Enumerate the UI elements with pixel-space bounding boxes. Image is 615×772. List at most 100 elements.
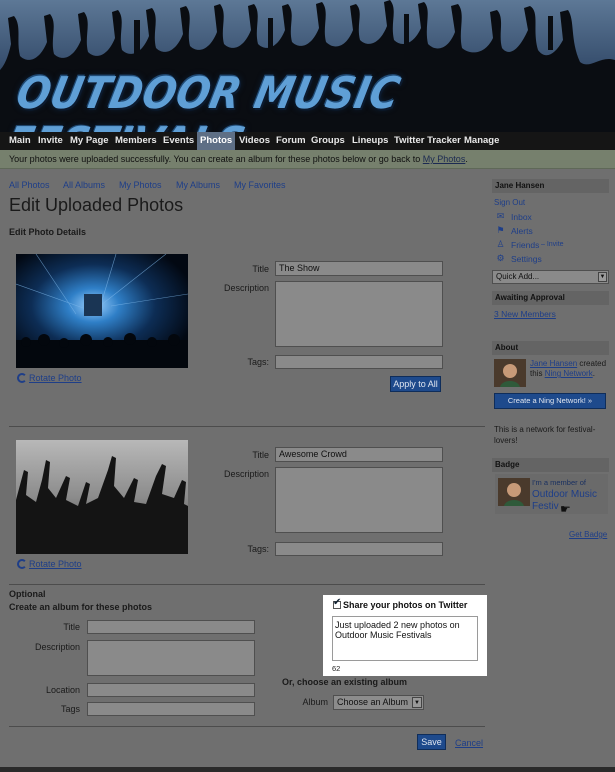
- friends-link[interactable]: Friends: [511, 240, 539, 250]
- photo2-title-input[interactable]: Awesome Crowd: [275, 447, 443, 462]
- nav-item-videos[interactable]: Videos: [236, 132, 273, 150]
- nav-item-groups[interactable]: Groups: [308, 132, 348, 150]
- photo2-tags-label: Tags:: [247, 544, 269, 554]
- tab-my-albums[interactable]: My Albums: [176, 180, 220, 190]
- new-members-link[interactable]: 3 New Members: [494, 309, 556, 319]
- sign-out-link[interactable]: Sign Out: [494, 198, 525, 207]
- tab-my-photos[interactable]: My Photos: [119, 180, 162, 190]
- quick-add-value: Quick Add...: [496, 272, 540, 281]
- quick-add-select[interactable]: Quick Add... ▼: [492, 270, 609, 284]
- photo1-description-textarea[interactable]: [275, 281, 443, 347]
- site-banner: OUTDOOR MUSIC FESTIVALS: [0, 0, 615, 132]
- about-user-link[interactable]: Jane Hansen: [530, 359, 577, 368]
- rotate-icon[interactable]: [17, 559, 27, 569]
- badge-network-line-1: Outdoor Music: [532, 489, 598, 500]
- optional-label: Optional: [9, 589, 46, 599]
- nav-item-main[interactable]: Main: [6, 132, 34, 150]
- apply-to-all-button[interactable]: Apply to All: [390, 376, 441, 392]
- nav-item-events[interactable]: Events: [160, 132, 197, 150]
- cancel-link[interactable]: Cancel: [455, 738, 483, 748]
- flag-icon: ⚑: [496, 225, 505, 235]
- album-description-label: Description: [34, 642, 80, 652]
- twitter-message-textarea[interactable]: Just uploaded 2 new photos on Outdoor Mu…: [332, 616, 478, 661]
- photo1-tags-label: Tags:: [247, 357, 269, 367]
- album-heading: Create an album for these photos: [9, 602, 153, 612]
- tab-my-favorites[interactable]: My Favorites: [234, 180, 286, 190]
- album-select-value: Choose an Album: [337, 697, 409, 707]
- photo2-tags-input[interactable]: [275, 542, 443, 556]
- photo2-description-textarea[interactable]: [275, 467, 443, 533]
- concert-stage-photo: [16, 254, 188, 368]
- crowd-bw-image: [16, 440, 188, 554]
- inbox-link[interactable]: Inbox: [511, 212, 532, 222]
- album-select[interactable]: Choose an Album ▼: [333, 695, 424, 710]
- alerts-link[interactable]: Alerts: [511, 226, 533, 236]
- photo1-title-input[interactable]: The Show: [275, 261, 443, 276]
- chevron-down-icon[interactable]: ▼: [412, 697, 422, 708]
- notice-end: .: [465, 154, 468, 164]
- nav-item-twitter-tracker[interactable]: Twitter Tracker: [391, 132, 464, 150]
- album-title-input[interactable]: [87, 620, 255, 634]
- gear-icon: ⚙: [496, 253, 505, 263]
- settings-link[interactable]: Settings: [511, 254, 542, 264]
- avatar-image: [494, 359, 526, 387]
- member-badge[interactable]: I'm a member of Outdoor Music Festiv ☛: [495, 474, 608, 516]
- nav-item-my-page[interactable]: My Page: [67, 132, 112, 150]
- badge-avatar-image: [498, 478, 530, 506]
- tab-all-photos[interactable]: All Photos: [9, 180, 50, 190]
- section-title: Edit Photo Details: [9, 227, 87, 237]
- invite-link[interactable]: – Invite: [541, 241, 564, 248]
- save-button[interactable]: Save: [417, 734, 446, 750]
- rotate-photo-link-1[interactable]: Rotate Photo: [29, 373, 82, 383]
- twitter-share-label: Share your photos on Twitter: [343, 600, 468, 610]
- twitter-message-line-1: Just uploaded 2 new photos on: [335, 620, 460, 630]
- site-title[interactable]: OUTDOOR MUSIC FESTIVALS: [1, 69, 615, 132]
- photo1-title-label: Title: [252, 264, 269, 274]
- album-location-label: Location: [45, 685, 80, 695]
- page-bottom-bar: [0, 767, 615, 772]
- twitter-share-box: ✔ Share your photos on Twitter Just uplo…: [323, 595, 487, 676]
- notice-text: Your photos were uploaded successfully. …: [9, 154, 421, 164]
- upload-success-notice: Your photos were uploaded successfully. …: [0, 150, 615, 169]
- stage-lights-image: [16, 254, 188, 368]
- photo2-description-label: Description: [223, 469, 269, 479]
- badge-member-text: I'm a member of: [532, 478, 586, 487]
- album-title-label: Title: [63, 622, 80, 632]
- avatar[interactable]: [494, 359, 526, 387]
- checkmark-icon: ✔: [333, 597, 342, 608]
- divider: [9, 584, 485, 585]
- create-network-button[interactable]: Create a Ning Network! »: [494, 393, 606, 409]
- rotate-icon[interactable]: [17, 373, 27, 383]
- nav-item-forum[interactable]: Forum: [273, 132, 309, 150]
- about-mid: created: [579, 359, 607, 368]
- ning-network-link[interactable]: Ning Network: [545, 369, 593, 378]
- album-description-textarea[interactable]: [87, 640, 255, 676]
- album-tags-label: Tags: [60, 704, 80, 714]
- nav-item-lineups[interactable]: Lineups: [349, 132, 391, 150]
- about-end: .: [592, 369, 595, 378]
- nav-item-members[interactable]: Members: [112, 132, 160, 150]
- photo1-tags-input[interactable]: [275, 355, 443, 369]
- person-icon: ♙: [496, 239, 505, 249]
- rotate-photo-link-2[interactable]: Rotate Photo: [29, 559, 82, 569]
- my-photos-link[interactable]: My Photos: [423, 154, 466, 164]
- nav-item-manage[interactable]: Manage: [461, 132, 502, 150]
- album-location-input[interactable]: [87, 683, 255, 697]
- cursor-icon: ☛: [560, 502, 571, 516]
- nav-item-invite[interactable]: Invite: [35, 132, 66, 150]
- get-badge-link[interactable]: Get Badge: [569, 530, 607, 539]
- about-header: About: [492, 341, 609, 355]
- twitter-char-count: 62: [332, 664, 341, 673]
- badge-network-line-2: Festiv: [532, 501, 559, 512]
- existing-album-heading: Or, choose an existing album: [282, 677, 408, 687]
- chevron-down-icon[interactable]: ▼: [598, 272, 607, 282]
- photo1-description-label: Description: [223, 283, 269, 293]
- album-tags-input[interactable]: [87, 702, 255, 716]
- sidebar-user-header: Jane Hansen: [492, 179, 609, 193]
- main-nav: Main Invite My Page Members Events Photo…: [0, 132, 615, 150]
- photo2-title-label: Title: [252, 450, 269, 460]
- about-this: this: [530, 369, 543, 378]
- crowd-photo: [16, 440, 188, 554]
- nav-item-photos[interactable]: Photos: [197, 132, 236, 150]
- tab-all-albums[interactable]: All Albums: [63, 180, 105, 190]
